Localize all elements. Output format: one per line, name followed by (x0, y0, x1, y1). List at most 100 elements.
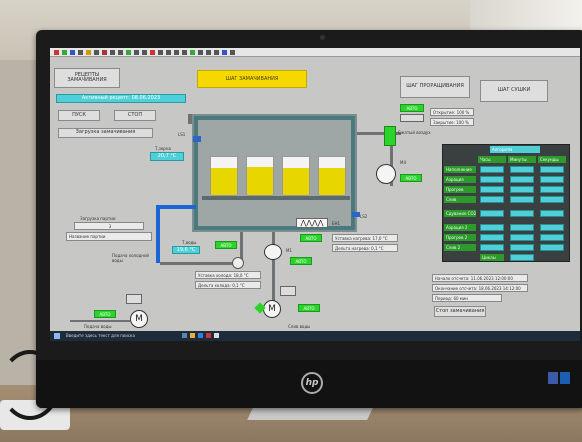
fan-m4-icon[interactable] (376, 164, 396, 184)
windows-sticker (560, 372, 570, 384)
grain-load-value[interactable]: 3 (74, 222, 144, 230)
cycles-label: Циклы (480, 254, 504, 261)
minutes-cell[interactable] (510, 234, 534, 241)
close-icon[interactable] (54, 50, 59, 55)
pump-m1-icon[interactable] (264, 244, 282, 260)
supply-counter[interactable] (126, 294, 142, 304)
stop-button[interactable]: СТОП (114, 110, 156, 121)
minutes-cell[interactable] (510, 186, 534, 193)
hours-cell[interactable] (480, 244, 504, 251)
step-banner: ШАГ ЗАМАЧИВАНИЯ (197, 70, 307, 88)
save-icon[interactable] (222, 50, 227, 55)
list-icon[interactable] (78, 50, 83, 55)
seconds-cell[interactable] (540, 244, 564, 251)
air-closing[interactable]: Закрытие: 100 % (430, 118, 474, 126)
start-button[interactable]: ПУСК (58, 110, 100, 121)
load-button[interactable]: Загрузка замачивания (58, 128, 153, 138)
hours-cell[interactable] (480, 176, 504, 183)
align-icon[interactable] (142, 50, 147, 55)
minutes-cell[interactable] (510, 224, 534, 231)
drain-motor-icon[interactable]: M (263, 300, 281, 318)
water-valve-mode[interactable]: АВТО (215, 241, 237, 249)
cold-delta[interactable]: Дельта холода: 0,1 °С (195, 281, 261, 289)
heat-setpoint[interactable]: Уставка нагрева: 17,0 °С (332, 234, 398, 242)
hours-cell[interactable] (480, 166, 504, 173)
seconds-cell[interactable] (540, 196, 564, 203)
cold-setpoint[interactable]: Уставка холода: 18,0 °С (195, 271, 261, 279)
seconds-cell[interactable] (540, 210, 564, 217)
redo-icon[interactable] (118, 50, 123, 55)
drain-counter[interactable] (280, 286, 296, 296)
chart-icon[interactable] (158, 50, 163, 55)
heater-mode[interactable]: АВТО (300, 234, 322, 242)
heat-delta[interactable]: Дельта нагрева: 0,1 °С (332, 244, 398, 252)
minutes-cell[interactable] (510, 244, 534, 251)
seconds-cell[interactable] (540, 224, 564, 231)
step-germination-button[interactable]: ШАГ ПРОРАЩИВАНИЯ (400, 76, 470, 98)
pump-m1-mode[interactable]: АВТО (290, 257, 312, 265)
grid-icon[interactable] (134, 50, 139, 55)
folder-icon[interactable] (86, 50, 91, 55)
hours-cell[interactable] (480, 196, 504, 203)
scada-task-icon[interactable] (214, 333, 219, 338)
app-icon[interactable] (206, 333, 211, 338)
window-icon[interactable] (230, 50, 235, 55)
cold-valve-icon[interactable] (232, 257, 244, 269)
water-temp-label: Т,воды (182, 240, 197, 245)
hours-cell[interactable] (480, 210, 504, 217)
fan-m4-mode[interactable]: АВТО (400, 174, 422, 182)
air-opening[interactable]: Открытие: 100 % (430, 108, 474, 116)
webcam (320, 35, 325, 40)
alarm-icon[interactable] (150, 50, 155, 55)
seconds-cell[interactable] (540, 176, 564, 183)
supply-motor-icon[interactable]: M (130, 310, 148, 328)
taskbar-search[interactable]: Введите здесь текст для поиска (66, 333, 135, 338)
undo-icon[interactable] (110, 50, 115, 55)
air-valve-icon[interactable] (384, 126, 396, 146)
explorer-icon[interactable] (190, 333, 195, 338)
seconds-cell[interactable] (540, 166, 564, 173)
drain-mode[interactable]: АВТО (298, 304, 320, 312)
help-icon[interactable] (214, 50, 219, 55)
task-view-icon[interactable] (182, 333, 187, 338)
grain-temp-value: 20,7 °С (150, 152, 184, 161)
minutes-cell[interactable] (510, 210, 534, 217)
hours-cell[interactable] (480, 224, 504, 231)
grain-select[interactable]: Название партии (66, 232, 152, 241)
basket-fill-2 (247, 166, 273, 195)
stop-icon[interactable] (102, 50, 107, 55)
seconds-cell[interactable] (540, 186, 564, 193)
hours-cell[interactable] (480, 234, 504, 241)
lock-icon[interactable] (182, 50, 187, 55)
print-icon[interactable] (94, 50, 99, 55)
edit-icon[interactable] (70, 50, 75, 55)
drain-label: Слив воды (288, 324, 311, 329)
grain-basket-2 (246, 156, 274, 196)
cycles-cell[interactable] (510, 254, 534, 261)
info-icon[interactable] (206, 50, 211, 55)
air-counter[interactable] (400, 114, 424, 122)
edge-icon[interactable] (198, 333, 203, 338)
drain-pipe-main (272, 232, 275, 304)
supply-mode[interactable]: АВТО (94, 310, 116, 318)
minutes-cell[interactable] (510, 166, 534, 173)
settings-icon[interactable] (174, 50, 179, 55)
play-icon[interactable] (190, 50, 195, 55)
zoom-icon[interactable] (126, 50, 131, 55)
grain-basket-3 (282, 156, 310, 196)
stop-steeping-button[interactable]: Стоп замачивания (434, 306, 486, 317)
camera-icon[interactable] (166, 50, 171, 55)
intel-sticker (548, 372, 558, 384)
run-icon[interactable] (62, 50, 67, 55)
recipes-button[interactable]: РЕЦЕПТЫ ЗАМАЧИВАНИЯ (54, 68, 120, 88)
hours-cell[interactable] (480, 186, 504, 193)
tank-lid-left (188, 114, 192, 124)
minutes-cell[interactable] (510, 176, 534, 183)
pause-icon[interactable] (198, 50, 203, 55)
seconds-cell[interactable] (540, 234, 564, 241)
minutes-cell[interactable] (510, 196, 534, 203)
start-icon[interactable] (54, 333, 60, 339)
step-drying-button[interactable]: ШАГ СУШКИ (480, 80, 548, 102)
air-valve-mode[interactable]: АВТО (400, 104, 424, 112)
algorithm-row-label: Слив 2 (444, 244, 476, 251)
